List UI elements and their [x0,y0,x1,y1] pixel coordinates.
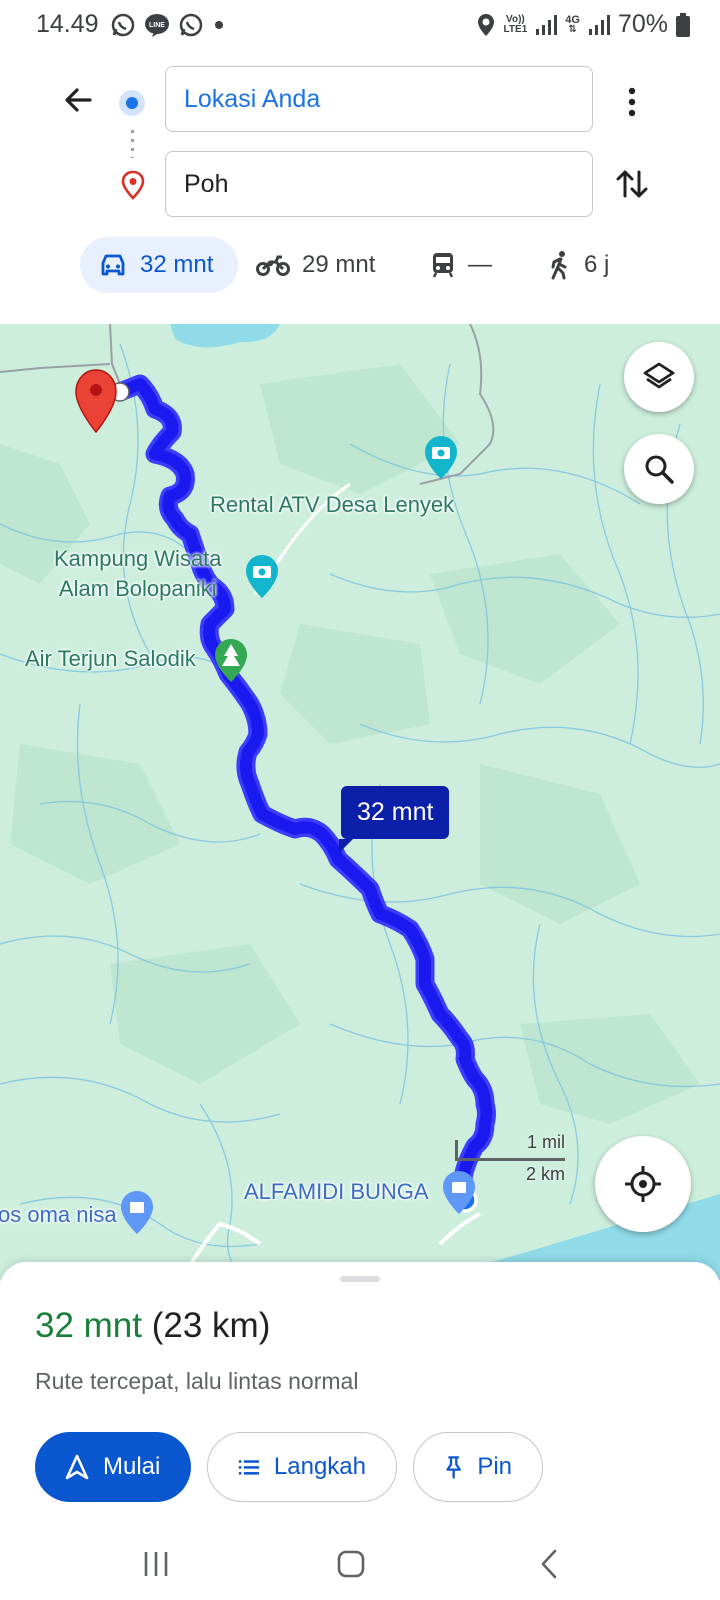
arrow-back-icon [65,88,92,112]
origin-input[interactable]: Lokasi Anda [165,66,593,132]
search-icon [645,455,674,484]
tab-motorcycle-label: 29 mnt [302,251,376,278]
destination-pin-icon [121,170,145,200]
place-label-kampung-wisata[interactable]: Kampung Wisata Alam Bolopaniki [54,544,222,604]
camera-poi-icon [246,555,278,598]
home-button[interactable] [331,1544,371,1584]
system-nav-bar [0,1528,720,1600]
battery-percent: 70% [617,10,668,38]
map-view[interactable]: Rental ATV Desa Lenyek Kampung Wisata Al… [0,324,720,1280]
whatsapp-icon [111,13,135,37]
directions-header: Lokasi Anda Poh 32 mnt 29 mnt — 6 j [0,54,720,324]
destination-marker-icon [75,369,117,434]
sheet-drag-handle[interactable] [340,1276,380,1282]
signal-icon [536,14,558,35]
back-button[interactable] [56,78,100,122]
push-pin-icon [446,1456,461,1479]
chevron-left-icon [541,1549,557,1579]
my-location-button[interactable] [595,1136,691,1232]
recent-apps-button[interactable] [136,1544,176,1584]
car-icon [101,254,125,276]
signal-icon [588,14,610,35]
motorcycle-icon [256,255,290,276]
list-icon [238,1460,260,1475]
tab-walk[interactable]: 6 j [548,237,609,293]
scale-imperial: 1 mil [526,1132,565,1152]
map-scale: 1 mil 2 km [455,1132,565,1188]
train-icon [432,253,454,278]
route-duration-label[interactable]: 32 mnt [338,786,450,853]
steps-button-label: Langkah [273,1453,366,1480]
layers-icon [643,362,675,389]
travel-mode-tabs: 32 mnt 29 mnt — 6 j [0,237,720,295]
route-summary-sheet[interactable]: 32 mnt (23 km) Rute tercepat, lalu linta… [0,1262,720,1528]
scale-metric: 2 km [525,1164,565,1184]
pin-button-label: Pin [477,1453,512,1480]
place-label-oma-nisa[interactable]: os oma nisa [0,1202,117,1228]
home-icon [337,1550,365,1578]
notification-icons: LINE [110,12,226,38]
location-icon [477,13,494,36]
camera-poi-icon [425,436,457,479]
origin-dot-icon [119,90,145,116]
recent-apps-icon [144,1552,168,1576]
start-button[interactable]: Mulai [35,1432,191,1502]
svg-text:LINE: LINE [149,22,165,29]
status-time: 14.49 [36,10,99,38]
more-options-button[interactable] [610,80,654,124]
route-summary: 32 mnt (23 km) [35,1306,270,1346]
walk-icon [551,251,567,280]
line-icon: LINE [145,14,169,37]
status-indicators: Vo)) LTE1 4G ⇅ 70% [476,10,690,39]
road [438,1212,481,1246]
route-actions: Mulai Langkah Pin [35,1432,543,1502]
network-4g-icon: 4G ⇅ [565,13,580,35]
swap-button[interactable] [610,162,654,206]
route-time: 32 mnt [35,1306,142,1345]
place-label-air-terjun[interactable]: Air Terjun Salodik [25,646,196,672]
steps-button[interactable]: Langkah [207,1432,397,1502]
back-nav-button[interactable] [530,1544,570,1584]
route-distance: (23 km) [151,1306,271,1345]
tab-walk-label: 6 j [584,251,610,278]
scale-bar [455,1158,565,1161]
tab-motorcycle[interactable]: 29 mnt [256,237,375,293]
tab-car[interactable]: 32 mnt [80,237,238,293]
tab-transit[interactable]: — [430,237,492,293]
destination-input[interactable]: Poh [165,151,593,217]
tab-transit-label: — [468,251,492,278]
pin-button[interactable]: Pin [413,1432,543,1502]
my-location-icon [625,1166,661,1202]
start-button-label: Mulai [103,1453,161,1480]
lake-shape [170,324,280,348]
whatsapp-icon [179,13,203,37]
more-notifications-icon [215,21,223,29]
navigation-icon [65,1454,89,1480]
swap-vert-icon [616,170,648,198]
place-label-alfamidi[interactable]: ALFAMIDI BUNGA [244,1179,429,1205]
status-bar: 14.49 LINE Vo)) LTE1 4G ⇅ 70% [0,0,720,54]
layers-button[interactable] [624,342,694,412]
tab-car-label: 32 mnt [140,251,214,278]
map-search-button[interactable] [624,434,694,504]
place-label-rental-atv[interactable]: Rental ATV Desa Lenyek [210,492,454,518]
more-vert-icon [628,87,636,117]
route-connector [131,130,134,158]
shopping-poi-icon [121,1191,153,1234]
route-description: Rute tercepat, lalu lintas normal [35,1368,359,1394]
volte-icon: Vo)) LTE1 [503,13,528,35]
battery-icon [676,12,690,37]
